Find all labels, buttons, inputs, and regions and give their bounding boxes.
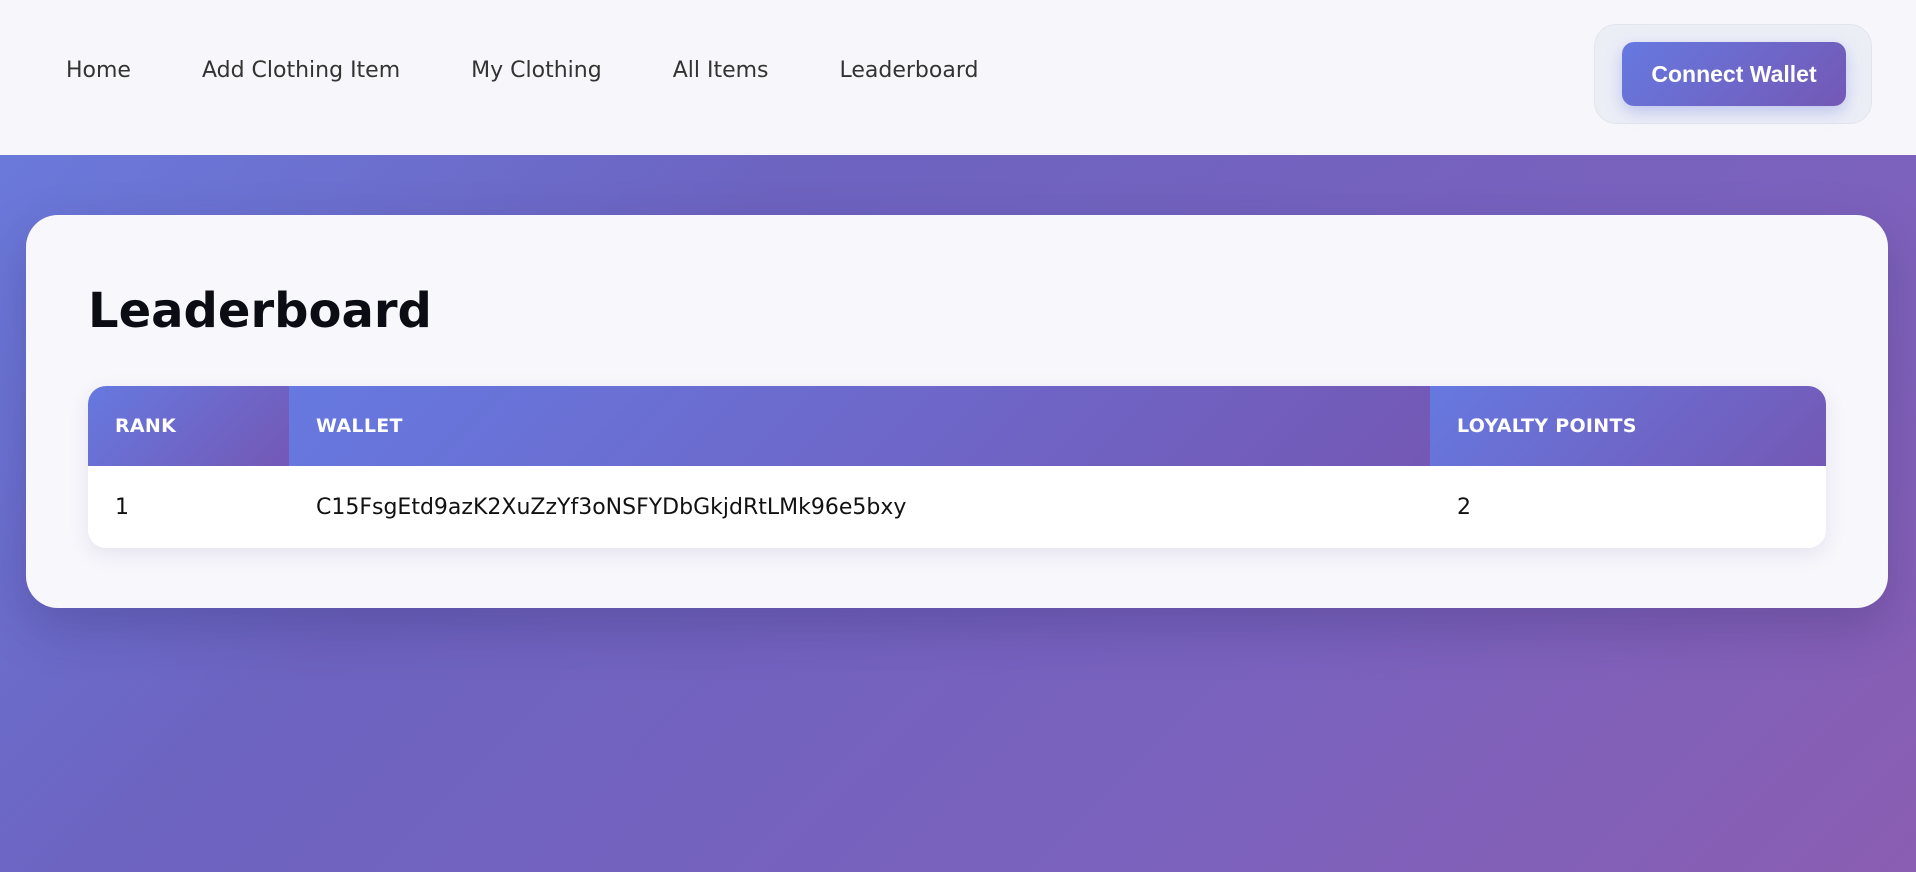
wallet-cell: C15FsgEtd9azK2XuZzYf3oNSFYDbGkjdRtLMk96e… <box>316 494 907 520</box>
page-title: Leaderboard <box>88 283 432 339</box>
connect-wallet-button[interactable]: Connect Wallet <box>1622 42 1846 106</box>
nav-leaderboard-link[interactable]: Leaderboard <box>840 58 979 83</box>
wallet-button-container: Connect Wallet <box>1594 24 1872 124</box>
nav-home-link[interactable]: Home <box>66 58 131 83</box>
nav-my-clothing-link[interactable]: My Clothing <box>471 58 602 83</box>
nav-all-items-link[interactable]: All Items <box>673 58 769 83</box>
loyalty-points-cell: 2 <box>1457 494 1471 520</box>
leaderboard-card: Leaderboard RANK WALLET LOYALTY POINTS 1… <box>26 215 1888 608</box>
table-row: 1 C15FsgEtd9azK2XuZzYf3oNSFYDbGkjdRtLMk9… <box>88 466 1826 548</box>
leaderboard-table: RANK WALLET LOYALTY POINTS 1 C15FsgEtd9a… <box>88 386 1826 548</box>
column-header-loyalty-points: LOYALTY POINTS <box>1430 386 1826 466</box>
top-navbar: Home Add Clothing Item My Clothing All I… <box>0 0 1916 155</box>
rank-cell: 1 <box>115 494 129 520</box>
column-header-wallet: WALLET <box>289 386 1430 466</box>
nav-add-clothing-link[interactable]: Add Clothing Item <box>202 58 400 83</box>
main-nav: Home Add Clothing Item My Clothing All I… <box>66 58 1049 83</box>
table-header: RANK WALLET LOYALTY POINTS <box>88 386 1826 466</box>
column-header-rank: RANK <box>88 386 289 466</box>
